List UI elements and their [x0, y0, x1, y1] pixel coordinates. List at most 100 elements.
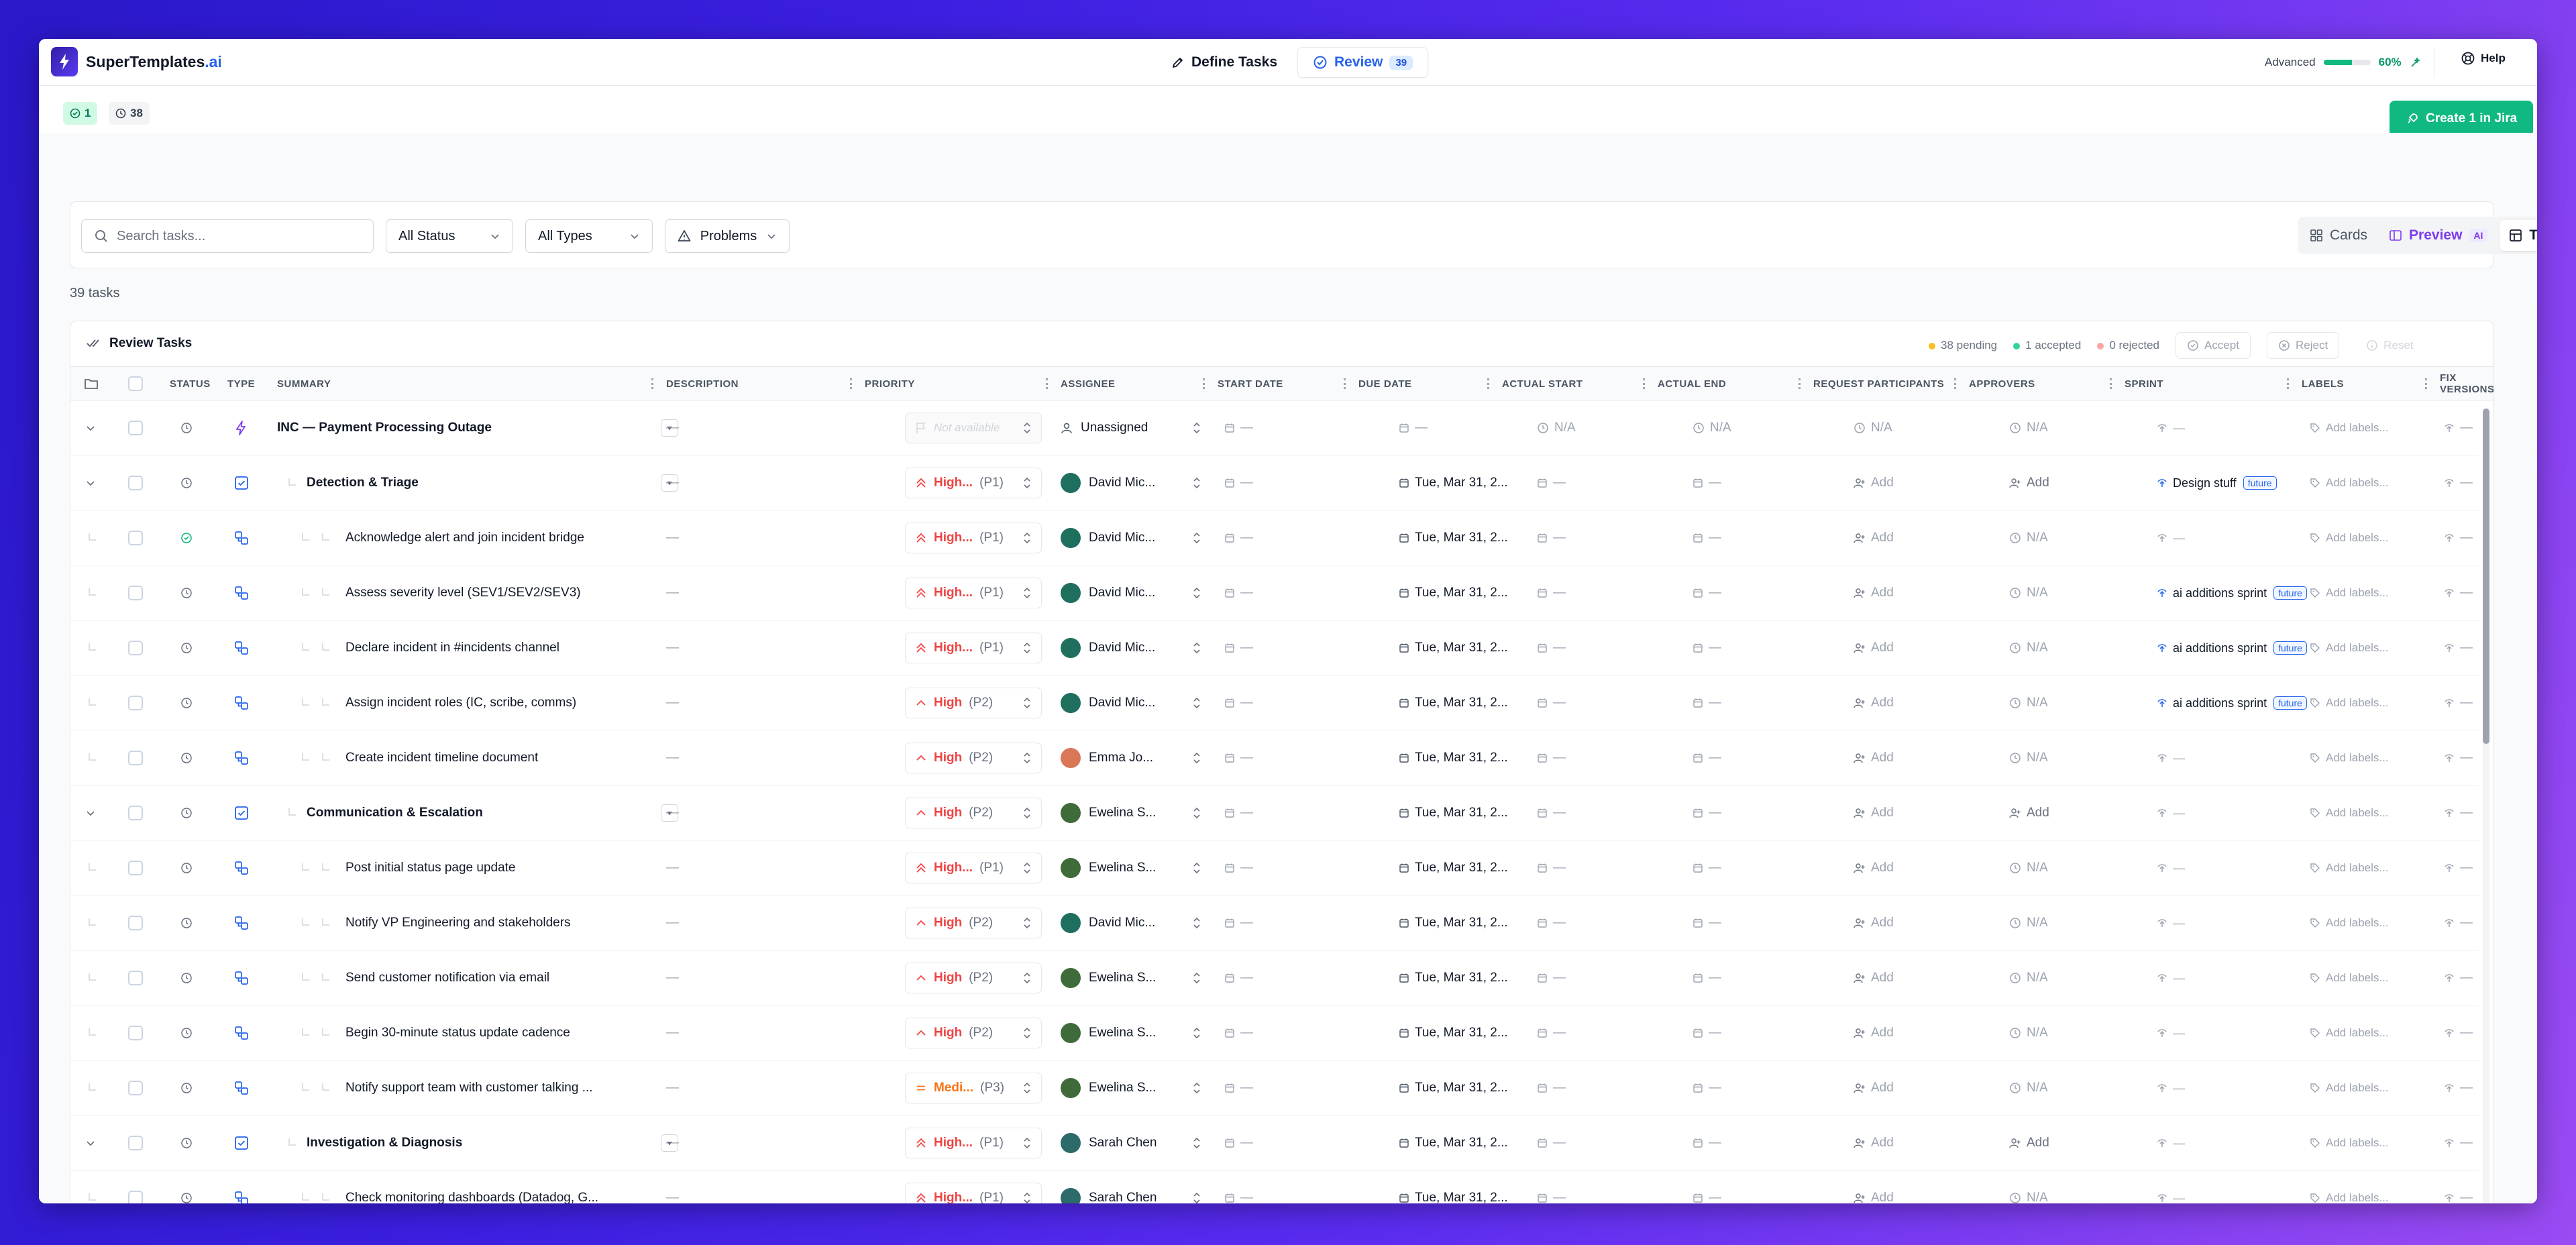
- labels-cell[interactable]: Add labels...: [2310, 951, 2389, 1006]
- participants-cell[interactable]: Add: [1854, 896, 1894, 951]
- table-row[interactable]: Assess severity level (SEV1/SEV2/SEV3) — H…: [70, 565, 2479, 620]
- actual-end-cell[interactable]: —: [1693, 510, 1721, 565]
- sprint-cell[interactable]: —: [2157, 510, 2185, 565]
- priority-cell[interactable]: High (P2): [905, 675, 1042, 730]
- fix-versions-cell[interactable]: —: [2444, 675, 2473, 730]
- description-cell[interactable]: —: [666, 1171, 679, 1203]
- summary-cell[interactable]: Assess severity level (SEV1/SEV2/SEV3): [277, 565, 581, 620]
- due-date-cell[interactable]: Tue, Mar 31, 2...: [1399, 951, 1508, 1006]
- priority-cell[interactable]: High... (P1): [905, 1116, 1042, 1171]
- assignee-cell[interactable]: Emma Jo...: [1061, 730, 1201, 786]
- column-resize-handle[interactable]: [1344, 378, 1346, 389]
- mode-indicator[interactable]: Advanced 60%: [2253, 47, 2434, 78]
- participants-cell[interactable]: Add: [1854, 1171, 1894, 1203]
- due-date-cell[interactable]: Tue, Mar 31, 2...: [1399, 1171, 1508, 1203]
- labels-cell[interactable]: Add labels...: [2310, 730, 2389, 786]
- participants-cell[interactable]: Add: [1854, 841, 1894, 896]
- approvers-cell[interactable]: Add: [2009, 786, 2049, 841]
- column-resize-handle[interactable]: [850, 378, 852, 389]
- labels-cell[interactable]: Add labels...: [2310, 1116, 2389, 1171]
- actual-start-cell[interactable]: —: [1537, 510, 1566, 565]
- assignee-cell[interactable]: Unassigned: [1061, 400, 1201, 455]
- row-select[interactable]: [128, 455, 143, 510]
- assignee-select[interactable]: Ewelina S...: [1061, 803, 1201, 823]
- row-select[interactable]: [128, 675, 143, 730]
- column-header-request-participants[interactable]: REQUEST PARTICIPANTS: [1813, 367, 1956, 400]
- tab-define-tasks[interactable]: Define Tasks: [1157, 47, 1292, 78]
- summary-cell[interactable]: Communication & Escalation: [277, 786, 483, 841]
- priority-cell[interactable]: High... (P1): [905, 455, 1042, 510]
- fix-versions-cell[interactable]: —: [2444, 1116, 2473, 1171]
- description-cell[interactable]: —: [666, 620, 679, 675]
- priority-select[interactable]: High (P2): [905, 798, 1042, 828]
- start-date-cell[interactable]: —: [1224, 951, 1253, 1006]
- sprint-cell[interactable]: —: [2157, 786, 2185, 841]
- summary-cell[interactable]: Notify support team with customer talkin…: [277, 1061, 593, 1116]
- description-cell[interactable]: —: [666, 896, 679, 951]
- labels-cell[interactable]: Add labels...: [2310, 841, 2389, 896]
- description-cell[interactable]: —: [666, 675, 679, 730]
- row-checkbox[interactable]: [128, 916, 143, 930]
- due-date-cell[interactable]: Tue, Mar 31, 2...: [1399, 730, 1508, 786]
- due-date-cell[interactable]: Tue, Mar 31, 2...: [1399, 620, 1508, 675]
- participants-cell[interactable]: Add: [1854, 1116, 1894, 1171]
- summary-cell[interactable]: Assign incident roles (IC, scribe, comms…: [277, 675, 576, 730]
- sprint-cell[interactable]: ai additions sprint future: [2157, 675, 2307, 730]
- labels-cell[interactable]: Add labels...: [2310, 400, 2389, 455]
- actual-end-cell[interactable]: —: [1693, 1061, 1721, 1116]
- reset-button[interactable]: Reset: [2355, 332, 2424, 359]
- summary-cell[interactable]: Notify VP Engineering and stakeholders: [277, 896, 571, 951]
- row-select[interactable]: [128, 1116, 143, 1171]
- assignee-cell[interactable]: David Mic...: [1061, 620, 1201, 675]
- row-select[interactable]: [128, 400, 143, 455]
- due-date-cell[interactable]: Tue, Mar 31, 2...: [1399, 675, 1508, 730]
- due-date-cell[interactable]: Tue, Mar 31, 2...: [1399, 1006, 1508, 1061]
- approvers-cell[interactable]: N/A: [2009, 565, 2048, 620]
- scrollbar-thumb[interactable]: [2483, 409, 2489, 744]
- table-row[interactable]: INC — Payment Processing Outage — Not avai…: [70, 400, 2479, 455]
- participants-cell[interactable]: N/A: [1854, 400, 1892, 455]
- priority-select[interactable]: High... (P1): [905, 1128, 1042, 1158]
- fix-versions-cell[interactable]: —: [2444, 841, 2473, 896]
- approvers-cell[interactable]: N/A: [2009, 400, 2048, 455]
- actual-start-cell[interactable]: —: [1537, 1171, 1566, 1203]
- row-select[interactable]: [128, 1171, 143, 1203]
- fix-versions-cell[interactable]: —: [2444, 455, 2473, 510]
- labels-cell[interactable]: Add labels...: [2310, 565, 2389, 620]
- actual-start-cell[interactable]: —: [1537, 455, 1566, 510]
- labels-cell[interactable]: Add labels...: [2310, 675, 2389, 730]
- due-date-cell[interactable]: Tue, Mar 31, 2...: [1399, 896, 1508, 951]
- fix-versions-cell[interactable]: —: [2444, 1061, 2473, 1116]
- expand-chevron-icon[interactable]: [85, 478, 96, 488]
- start-date-cell[interactable]: —: [1224, 786, 1253, 841]
- assignee-cell[interactable]: Ewelina S...: [1061, 786, 1201, 841]
- priority-select[interactable]: High (P2): [905, 963, 1042, 993]
- approvers-cell[interactable]: N/A: [2009, 730, 2048, 786]
- row-expand-toggle[interactable]: [85, 786, 96, 841]
- labels-cell[interactable]: Add labels...: [2310, 1006, 2389, 1061]
- column-header-type[interactable]: TYPE: [227, 367, 255, 400]
- actual-end-cell[interactable]: —: [1693, 896, 1721, 951]
- column-header-status[interactable]: STATUS: [170, 367, 211, 400]
- description-cell[interactable]: —: [666, 1116, 679, 1171]
- approvers-cell[interactable]: N/A: [2009, 841, 2048, 896]
- row-checkbox[interactable]: [128, 1191, 143, 1203]
- approvers-cell[interactable]: Add: [2009, 455, 2049, 510]
- row-checkbox[interactable]: [128, 641, 143, 655]
- priority-select[interactable]: High (P2): [905, 908, 1042, 938]
- actual-end-cell[interactable]: —: [1693, 786, 1721, 841]
- description-cell[interactable]: —: [666, 786, 679, 841]
- start-date-cell[interactable]: —: [1224, 1171, 1253, 1203]
- due-date-cell[interactable]: Tue, Mar 31, 2...: [1399, 565, 1508, 620]
- assignee-select[interactable]: Emma Jo...: [1061, 748, 1201, 768]
- fix-versions-cell[interactable]: —: [2444, 510, 2473, 565]
- assignee-select[interactable]: Sarah Chen: [1061, 1133, 1201, 1153]
- actual-start-cell[interactable]: —: [1537, 730, 1566, 786]
- column-resize-handle[interactable]: [1487, 378, 1489, 389]
- actual-end-cell[interactable]: —: [1693, 1116, 1721, 1171]
- table-row[interactable]: Create incident timeline document — High (P…: [70, 730, 2479, 786]
- expand-chevron-icon[interactable]: [85, 808, 96, 818]
- expand-chevron-icon[interactable]: [85, 423, 96, 433]
- priority-select[interactable]: High (P2): [905, 1018, 1042, 1048]
- actual-start-cell[interactable]: —: [1537, 1116, 1566, 1171]
